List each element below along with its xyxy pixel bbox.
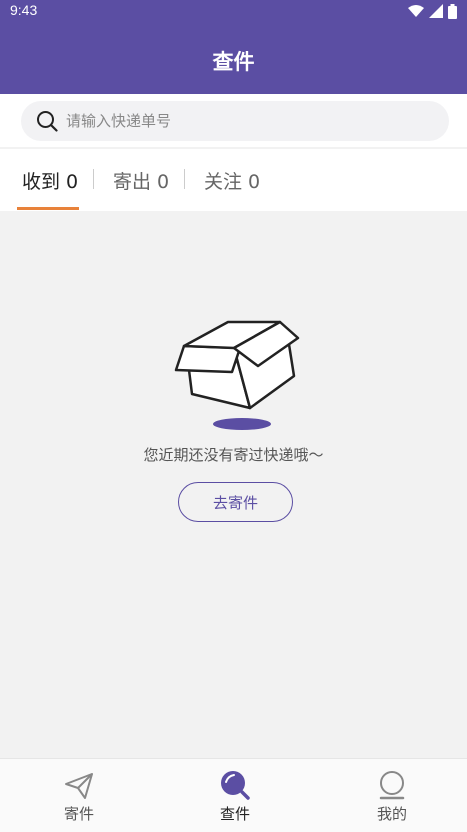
search-icon <box>37 111 58 132</box>
wifi-icon <box>408 5 424 17</box>
search-input[interactable] <box>66 112 426 130</box>
search-bar <box>0 94 467 147</box>
battery-icon <box>448 3 457 19</box>
nav-label-search: 查件 <box>219 805 250 823</box>
page-title: 查件 <box>212 50 255 74</box>
status-time: 9:43 <box>10 2 38 18</box>
empty-message: 您近期还没有寄过快递哦～ <box>143 446 324 464</box>
go-send-button[interactable]: 去寄件 <box>178 482 293 522</box>
open-box-icon <box>174 320 300 430</box>
search-box[interactable] <box>21 101 449 141</box>
active-tab-indicator <box>17 207 79 210</box>
tab-divider <box>184 169 185 189</box>
nav-item-search[interactable]: 查件 <box>157 759 313 832</box>
nav-item-profile[interactable]: 我的 <box>314 759 467 832</box>
tab-sent[interactable]: 寄出 0 <box>113 167 169 194</box>
nav-label-profile: 我的 <box>376 805 407 823</box>
tab-bar: 收到 0 寄出 0 关注 0 <box>0 149 467 211</box>
status-icons <box>408 3 457 19</box>
bottom-nav: 寄件 查件 我的 <box>0 758 467 832</box>
nav-item-send[interactable]: 寄件 <box>1 759 157 832</box>
search-icon <box>221 771 250 800</box>
signal-icon <box>429 4 443 18</box>
tab-divider <box>93 169 94 189</box>
tab-following[interactable]: 关注 0 <box>204 167 260 194</box>
nav-label-send: 寄件 <box>63 805 94 823</box>
app-header: 9:43 查件 <box>0 0 467 94</box>
tab-received[interactable]: 收到 0 <box>22 167 78 194</box>
status-bar: 9:43 <box>0 0 467 24</box>
user-icon <box>379 771 405 800</box>
paper-plane-icon <box>65 773 93 799</box>
